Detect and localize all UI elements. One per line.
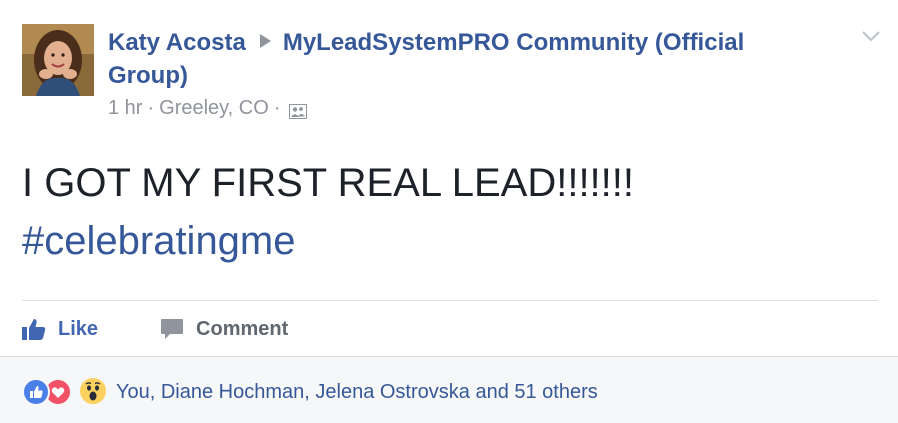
hashtag-link[interactable]: #celebratingme: [22, 218, 296, 264]
reaction-icons[interactable]: [22, 376, 112, 406]
comment-icon: [161, 319, 184, 339]
like-button[interactable]: Like: [22, 318, 98, 341]
wow-reaction-icon: [78, 376, 108, 406]
post-meta: 1 hr · Greeley, CO ·: [108, 96, 308, 120]
post-location[interactable]: Greeley, CO: [159, 96, 269, 120]
post-text: I GOT MY FIRST REAL LEAD!!!!!!!: [22, 161, 635, 205]
like-reaction-icon: [22, 378, 50, 406]
meta-separator-2: ·: [273, 97, 281, 119]
comment-label: Comment: [196, 317, 289, 340]
like-label: Like: [58, 317, 99, 340]
chevron-down-icon[interactable]: [860, 28, 882, 44]
arrow-right-icon: [259, 34, 271, 48]
comment-button[interactable]: Comment: [160, 318, 288, 341]
meta-separator: ·: [147, 97, 155, 119]
post-actions: Like Comment: [22, 312, 350, 346]
group-audience-icon[interactable]: [289, 101, 308, 119]
divider: [22, 300, 878, 301]
post-time[interactable]: 1 hr: [108, 96, 142, 120]
thumbs-up-icon: [22, 319, 46, 340]
avatar[interactable]: [22, 24, 94, 96]
reactions-summary: You, Diane Hochman, Jelena Ostrovska and…: [0, 356, 898, 423]
feed-post: Katy Acosta MyLeadSystemPRO Community (Of…: [0, 0, 898, 423]
reaction-names[interactable]: You, Diane Hochman, Jelena Ostrovska and…: [116, 379, 598, 405]
post-header: Katy Acosta MyLeadSystemPRO Community (Of…: [108, 26, 788, 92]
author-link[interactable]: Katy Acosta: [108, 29, 246, 56]
